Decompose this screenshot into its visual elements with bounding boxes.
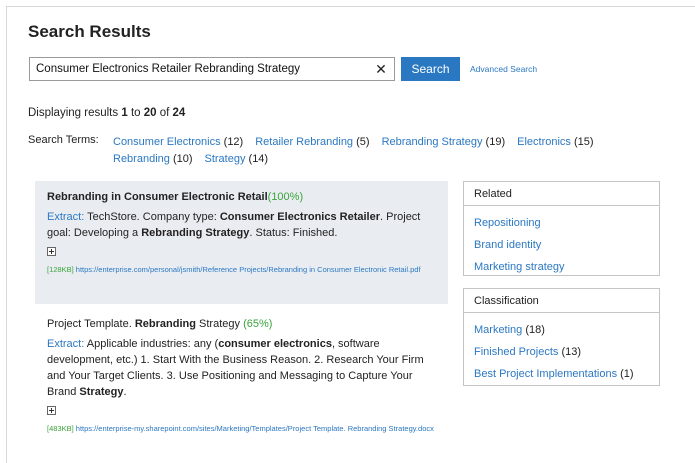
search-term-link[interactable]: Electronics <box>517 136 571 148</box>
clear-icon[interactable]: ✕ <box>374 62 388 76</box>
classification-link[interactable]: Best Project Implementations <box>474 368 617 380</box>
search-term: Retailer Rebranding (5) <box>255 136 370 148</box>
search-term-link[interactable]: Rebranding Strategy <box>382 136 483 148</box>
file-size: [128KB] <box>47 265 74 274</box>
result-extract: Extract: Applicable industries: any (con… <box>47 338 424 398</box>
related-link[interactable]: Repositioning <box>474 217 541 229</box>
classification-heading: Classification <box>464 289 659 313</box>
search-term: Rebranding (10) <box>113 153 193 165</box>
related-item: Repositioning <box>474 212 649 234</box>
result-title[interactable]: Project Template. Rebranding Strategy (6… <box>47 318 436 330</box>
page-title: Search Results <box>28 22 151 41</box>
search-bar: ✕ Search Advanced Search <box>29 57 537 81</box>
related-item: Brand identity <box>474 234 649 256</box>
search-term: Consumer Electronics (12) <box>113 136 244 148</box>
result-item: Rebranding in Consumer Electronic Retail… <box>35 181 448 304</box>
classification-link[interactable]: Marketing <box>474 324 522 336</box>
search-terms-list: Consumer Electronics (12) Retailer Rebran… <box>113 134 623 168</box>
result-url-link[interactable]: https://enterprise.com/personal/jsmith/R… <box>76 265 421 274</box>
search-button[interactable]: Search <box>401 57 460 81</box>
related-list: Repositioning Brand identity Marketing s… <box>464 206 659 278</box>
extract-label: Extract: <box>47 211 85 223</box>
relevance-score: (100%) <box>267 191 304 203</box>
result-title[interactable]: Rebranding in Consumer Electronic Retail… <box>47 191 436 203</box>
extract-label: Extract: <box>47 338 85 350</box>
search-term-link[interactable]: Retailer Rebranding <box>255 136 353 148</box>
results-count: Displaying results 1 to 20 of 24 <box>28 107 186 119</box>
search-term: Strategy (14) <box>204 153 269 165</box>
result-url[interactable]: [128KB] https://enterprise.com/personal/… <box>47 264 436 275</box>
related-item: Marketing strategy <box>474 256 649 278</box>
search-term: Rebranding Strategy (19) <box>381 136 506 148</box>
related-link[interactable]: Brand identity <box>474 239 541 251</box>
advanced-search-link[interactable]: Advanced Search <box>470 64 537 74</box>
search-input[interactable] <box>36 63 374 75</box>
search-term-link[interactable]: Strategy <box>205 153 246 165</box>
classification-link[interactable]: Finished Projects <box>474 346 558 358</box>
classification-list: Marketing (18) Finished Projects (13) Be… <box>464 313 659 385</box>
search-term-link[interactable]: Consumer Electronics <box>113 136 221 148</box>
search-term: Electronics (15) <box>517 136 594 148</box>
search-terms-label: Search Terms: <box>28 134 99 146</box>
file-size: [483KB] <box>47 424 74 433</box>
result-item: Project Template. Rebranding Strategy (6… <box>35 314 448 434</box>
expand-icon[interactable] <box>47 247 56 256</box>
related-panel: Related Repositioning Brand identity Mar… <box>463 181 660 276</box>
expand-icon[interactable] <box>47 406 56 415</box>
related-heading: Related <box>464 182 659 206</box>
result-extract: Extract: TechStore. Company type: Consum… <box>47 211 421 239</box>
classification-item: Finished Projects (13) <box>474 346 581 358</box>
classification-panel: Classification Marketing (18) Finished P… <box>463 288 660 386</box>
related-link[interactable]: Marketing strategy <box>474 261 564 273</box>
classification-item: Marketing (18) <box>474 324 545 336</box>
result-url-link[interactable]: https://enterprise-my.sharepoint.com/sit… <box>76 424 434 433</box>
search-box[interactable]: ✕ <box>29 57 395 81</box>
search-term-link[interactable]: Rebranding <box>113 153 170 165</box>
relevance-score: (65%) <box>243 318 273 330</box>
result-url[interactable]: [483KB] https://enterprise-my.sharepoint… <box>47 423 436 434</box>
classification-item: Best Project Implementations (1) <box>474 368 634 380</box>
